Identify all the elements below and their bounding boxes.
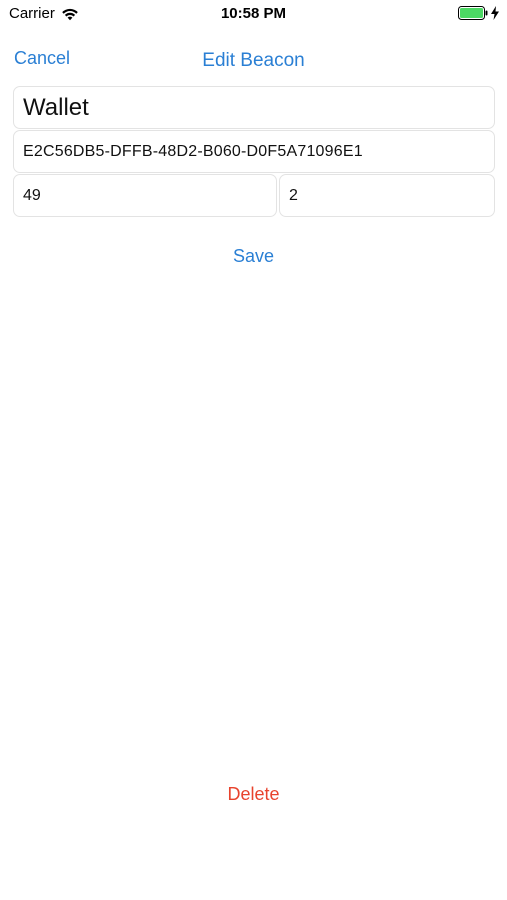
beacon-minor-field[interactable]: 2 <box>279 174 495 217</box>
beacon-uuid-field[interactable]: E2C56DB5-DFFB-48D2-B060-D0F5A71096E1 <box>13 130 495 173</box>
beacon-major-value: 49 <box>23 186 41 204</box>
delete-button[interactable]: Delete <box>0 784 507 805</box>
charging-bolt-icon <box>491 6 499 20</box>
beacon-minor-value: 2 <box>289 186 298 204</box>
beacon-uuid-value: E2C56DB5-DFFB-48D2-B060-D0F5A71096E1 <box>23 142 363 160</box>
status-bar: Carrier 10:58 PM <box>0 0 507 28</box>
beacon-name-value: Wallet <box>23 93 89 121</box>
beacon-name-field[interactable]: Wallet <box>13 86 495 129</box>
status-time: 10:58 PM <box>220 5 287 22</box>
battery-icon <box>458 6 488 20</box>
page-title: Edit Beacon <box>202 50 305 71</box>
beacon-major-field[interactable]: 49 <box>13 174 277 217</box>
navigation-bar: Cancel Edit Beacon <box>0 38 507 82</box>
save-button[interactable]: Save <box>0 246 507 267</box>
battery-indicator <box>458 6 499 20</box>
